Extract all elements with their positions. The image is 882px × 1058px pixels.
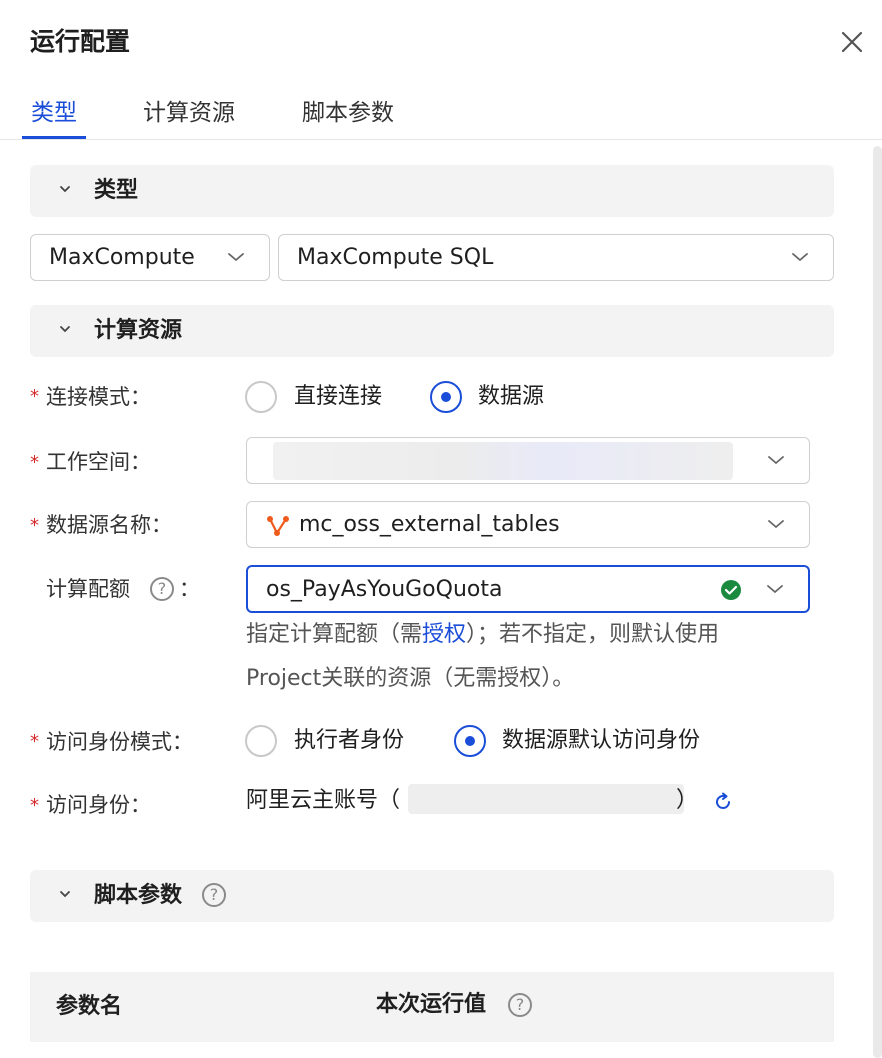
refresh-icon[interactable] xyxy=(712,791,734,813)
section-label: 类型 xyxy=(94,178,139,203)
datasource-name-value: mc_oss_external_tables xyxy=(299,512,560,537)
tabs-divider xyxy=(0,139,882,140)
section-header-script-params[interactable]: 脚本参数 ? xyxy=(30,870,834,922)
radio-label-datasource: 数据源 xyxy=(478,384,545,409)
radio-label-datasource-default-identity: 数据源默认访问身份 xyxy=(502,728,701,753)
section-header-compute[interactable]: 计算资源 xyxy=(30,305,834,357)
required-mark: * xyxy=(30,515,39,536)
identity-mode-label: 访问身份模式： xyxy=(46,730,193,754)
quota-hint-line2: Project关联的资源（无需授权）。 xyxy=(246,666,575,691)
column-header-run-value: 本次运行值 xyxy=(376,992,487,1017)
authorize-link[interactable]: 授权 xyxy=(422,622,466,647)
engine-select-value: MaxCompute xyxy=(49,245,195,270)
tab-compute-resource[interactable]: 计算资源 xyxy=(143,96,235,130)
identity-label: 访问身份： xyxy=(46,793,151,817)
radio-datasource[interactable] xyxy=(430,381,462,413)
close-icon xyxy=(841,31,863,53)
scrollbar[interactable] xyxy=(873,146,882,1058)
required-mark: * xyxy=(30,731,39,752)
section-header-type[interactable]: 类型 xyxy=(30,165,834,217)
chevron-down-icon xyxy=(767,585,783,594)
quota-select[interactable]: os_PayAsYouGoQuota xyxy=(246,565,810,613)
workspace-select[interactable] xyxy=(246,437,810,484)
chevron-down-icon xyxy=(60,186,70,193)
section-label: 计算资源 xyxy=(94,318,183,343)
connection-mode-label: 连接模式： xyxy=(46,385,151,409)
redacted-workspace-value xyxy=(273,442,733,480)
datasource-name-select[interactable]: mc_oss_external_tables xyxy=(246,501,810,548)
dialog-title: 运行配置 xyxy=(30,27,131,56)
identity-value-prefix: 阿里云主账号（ xyxy=(246,788,401,813)
quota-hint-text: ）；若不指定，则默认使用 xyxy=(466,622,720,647)
identity-value-suffix: ） xyxy=(676,788,699,813)
required-mark: * xyxy=(30,452,39,473)
help-icon[interactable]: ? xyxy=(150,577,174,601)
section-label: 脚本参数 xyxy=(94,883,183,908)
quota-select-value: os_PayAsYouGoQuota xyxy=(266,577,503,602)
radio-label-direct-connect: 直接连接 xyxy=(294,384,383,409)
datasource-name-label: 数据源名称： xyxy=(46,513,172,537)
radio-label-executor-identity: 执行者身份 xyxy=(294,728,405,753)
radio-direct-connect[interactable] xyxy=(245,381,277,413)
column-header-param-name: 参数名 xyxy=(56,994,123,1019)
chevron-down-icon xyxy=(792,253,808,262)
help-icon[interactable]: ? xyxy=(508,993,532,1017)
help-icon[interactable]: ? xyxy=(202,883,226,907)
chevron-down-icon xyxy=(60,891,70,898)
active-tab-indicator xyxy=(22,136,86,139)
quota-hint-text: 指定计算配额（需 xyxy=(246,622,423,647)
quota-hint: 指定计算配额（需授权）；若不指定，则默认使用 Project关联的资源（无需授权… xyxy=(246,613,816,701)
check-circle-icon xyxy=(721,580,741,600)
chevron-down-icon xyxy=(768,520,784,529)
chevron-down-icon xyxy=(60,326,70,333)
quota-label: 计算配额 xyxy=(46,577,130,601)
params-table-header: 参数名 本次运行值 ? xyxy=(30,972,834,1042)
required-mark: * xyxy=(30,795,39,816)
datasource-icon xyxy=(267,516,289,536)
engine-select[interactable]: MaxCompute xyxy=(30,234,270,281)
required-mark: * xyxy=(30,386,39,407)
close-button[interactable] xyxy=(836,26,868,58)
chevron-down-icon xyxy=(768,456,784,465)
tab-type[interactable]: 类型 xyxy=(31,96,77,130)
node-type-select[interactable]: MaxCompute SQL xyxy=(278,234,834,281)
radio-datasource-default-identity[interactable] xyxy=(454,725,486,757)
chevron-down-icon xyxy=(228,253,244,262)
radio-executor-identity[interactable] xyxy=(245,725,277,757)
redacted-account xyxy=(408,784,684,814)
tab-script-params[interactable]: 脚本参数 xyxy=(302,96,394,130)
workspace-label: 工作空间： xyxy=(46,450,151,474)
quota-label-colon: ： xyxy=(179,577,200,601)
node-type-select-value: MaxCompute SQL xyxy=(297,245,494,270)
